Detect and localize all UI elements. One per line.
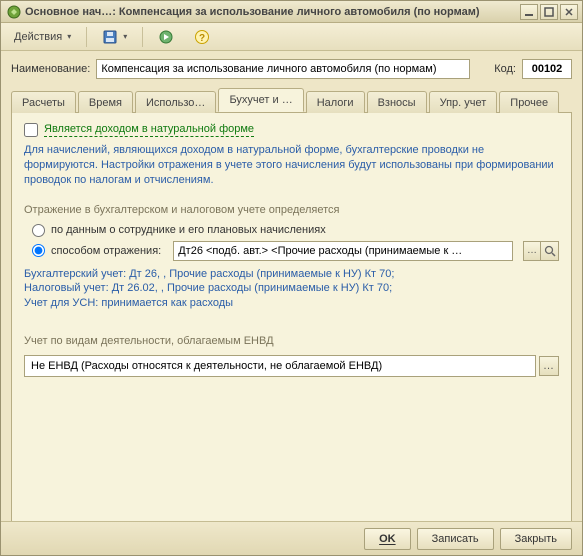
name-input[interactable] — [96, 59, 470, 79]
titlebar: Основное нач…: Компенсация за использова… — [1, 1, 582, 23]
actions-label: Действия — [14, 31, 62, 43]
reflection-method-lookup-button[interactable] — [541, 241, 559, 261]
window-title: Основное нач…: Компенсация за использова… — [25, 6, 516, 18]
actions-menu[interactable]: Действия ▾ — [7, 26, 78, 48]
natural-income-label[interactable]: Является доходом в натуральной форме — [44, 123, 254, 137]
radio-by-method[interactable] — [32, 244, 45, 257]
ok-button[interactable]: OK — [364, 528, 411, 550]
reflection-method-input[interactable] — [173, 241, 513, 261]
help-icon: ? — [194, 29, 210, 45]
radio-by-employee-label: по данным о сотруднике и его плановых на… — [51, 224, 326, 236]
toolbar: Действия ▾ ▾ ? — [1, 23, 582, 51]
help-button[interactable]: ? — [187, 26, 217, 48]
info-line-accounting: Бухгалтерский учет: Дт 26, , Прочие расх… — [24, 267, 559, 282]
close-button[interactable] — [560, 4, 578, 20]
toolbar-separator — [142, 27, 143, 47]
close-dialog-button[interactable]: Закрыть — [500, 528, 572, 550]
enbd-input[interactable] — [24, 355, 536, 377]
tab-other[interactable]: Прочее — [499, 91, 559, 113]
minimize-button[interactable] — [520, 4, 538, 20]
code-input[interactable] — [522, 59, 572, 79]
dropdown-arrow-icon: ▾ — [123, 32, 127, 41]
dropdown-arrow-icon: ▾ — [67, 32, 71, 41]
enbd-select-button[interactable]: … — [539, 356, 559, 376]
bottombar: OK Записать Закрыть — [1, 521, 582, 555]
code-label: Код: — [494, 63, 516, 75]
radio-by-method-label: способом отражения: — [51, 245, 161, 257]
reflection-method-select-button[interactable]: … — [523, 241, 541, 261]
toolbar-separator — [86, 27, 87, 47]
tab-usage[interactable]: Использо… — [135, 91, 216, 113]
save-button[interactable]: Записать — [417, 528, 494, 550]
tabbar: Расчеты Время Использо… Бухучет и … Нало… — [11, 89, 572, 113]
go-icon — [158, 29, 174, 45]
tab-mgmt-accounting[interactable]: Упр. учет — [429, 91, 498, 113]
tabpage-accounting: Является доходом в натуральной форме Для… — [11, 113, 572, 533]
save-and-close-button[interactable]: ▾ — [95, 26, 134, 48]
tab-contributions[interactable]: Взносы — [367, 91, 427, 113]
save-icon — [102, 29, 118, 45]
info-line-tax: Налоговый учет: Дт 26.02, , Прочие расхо… — [24, 281, 559, 296]
maximize-button[interactable] — [540, 4, 558, 20]
tab-accounting[interactable]: Бухучет и … — [218, 88, 303, 112]
name-label: Наименование: — [11, 63, 90, 75]
go-button[interactable] — [151, 26, 181, 48]
svg-text:?: ? — [199, 33, 205, 44]
radio-by-employee[interactable] — [32, 224, 45, 237]
tab-taxes[interactable]: Налоги — [306, 91, 365, 113]
natural-income-hint: Для начислений, являющихся доходом в нат… — [24, 143, 559, 188]
tab-calculations[interactable]: Расчеты — [11, 91, 76, 113]
tab-time[interactable]: Время — [78, 91, 133, 113]
reflection-section-title: Отражение в бухгалтерском и налоговом уч… — [24, 204, 559, 216]
natural-income-checkbox[interactable] — [24, 123, 38, 137]
info-line-usn: Учет для УСН: принимается как расходы — [24, 296, 559, 311]
app-icon — [7, 5, 21, 19]
enbd-section-title: Учет по видам деятельности, облагаемым Е… — [24, 335, 559, 347]
